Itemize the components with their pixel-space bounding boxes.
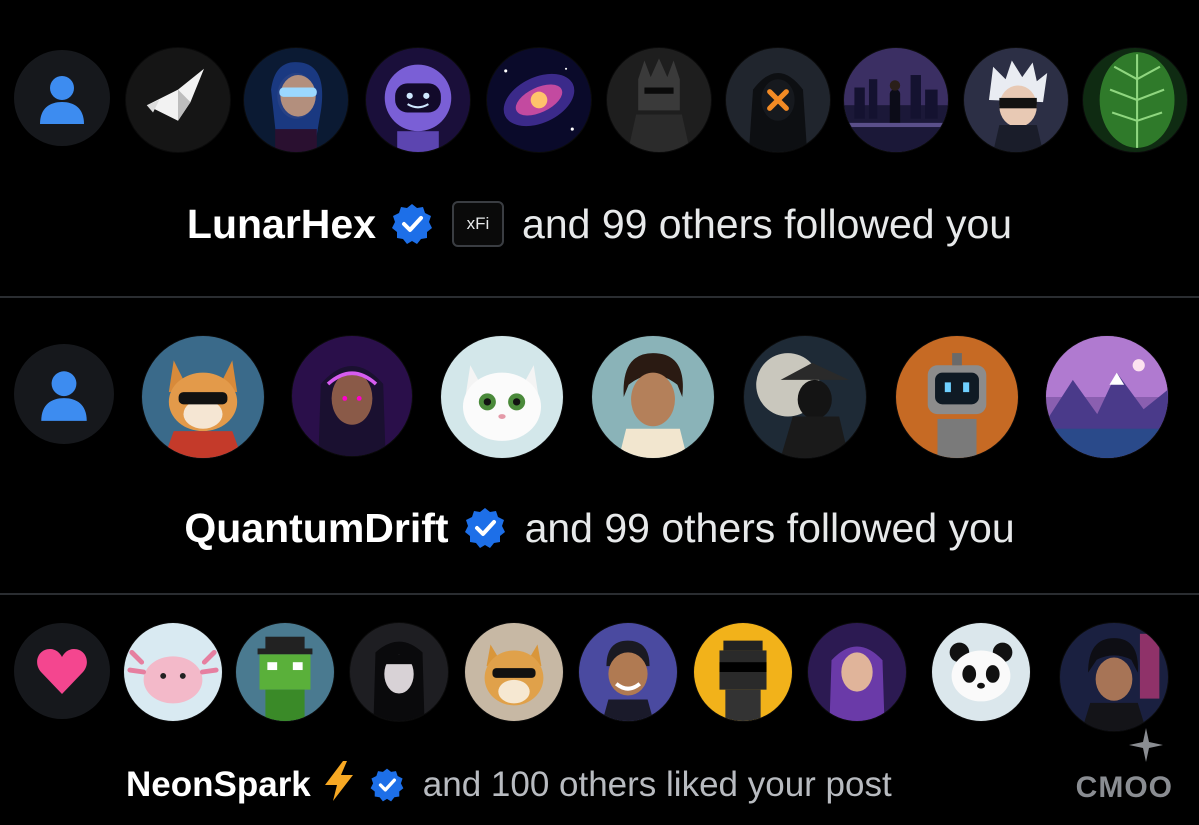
action-text: and 99 others followed you — [522, 200, 1013, 247]
avatar-goth-girl[interactable] — [350, 623, 448, 721]
notification-like-neonspark[interactable]: NeonSpark and 100 others liked your post — [0, 595, 1199, 825]
verified-badge-icon — [390, 202, 434, 246]
avatar-paper-crane[interactable] — [126, 48, 230, 152]
username[interactable]: LunarHex — [187, 201, 376, 248]
avatar-green-leaf[interactable] — [1083, 48, 1187, 152]
lightning-bolt-icon — [323, 760, 355, 810]
avatar-white-kitten[interactable] — [441, 336, 563, 458]
notification-text: NeonSpark and 100 others liked your post — [126, 757, 892, 813]
heart-icon — [14, 623, 110, 719]
username[interactable]: NeonSpark — [126, 765, 311, 805]
watermark: CMOO — [1075, 771, 1173, 804]
username[interactable]: QuantumDrift — [184, 505, 448, 552]
sparkle-icon — [1129, 728, 1163, 767]
notification-text: LunarHex xFi and 99 others followed you — [0, 196, 1199, 252]
notification-follow-lunarhex[interactable]: LunarHex xFi and 99 others followed you — [0, 0, 1199, 296]
avatar-city-night-skyline[interactable] — [844, 48, 948, 152]
avatar-curly-hair-man[interactable] — [592, 336, 714, 458]
avatar-panda[interactable] — [932, 623, 1030, 721]
avatar-spiral-galaxy[interactable] — [487, 48, 591, 152]
avatar-purple-mountains[interactable] — [1046, 336, 1168, 458]
avatar-cyber-woman-visor[interactable] — [244, 48, 348, 152]
notification-follow-quantumdrift[interactable]: QuantumDrift and 99 others followed you — [0, 298, 1199, 593]
person-icon — [14, 344, 114, 444]
avatar-dark-knight[interactable] — [607, 48, 711, 152]
notification-text: QuantumDrift and 99 others followed you — [0, 498, 1199, 558]
avatar-corgi-sunglasses[interactable] — [142, 336, 264, 458]
person-icon — [14, 50, 110, 146]
avatar-retro-robot[interactable] — [896, 336, 1018, 458]
avatar-axolotl[interactable] — [124, 623, 222, 721]
action-text: and 100 others liked your post — [422, 765, 892, 804]
verified-badge-icon — [463, 506, 507, 550]
avatar-purple-hair-woman[interactable] — [808, 623, 906, 721]
avatar-anime-boy-neon[interactable] — [1060, 623, 1168, 731]
avatar-pixel-punk-sunglasses[interactable] — [694, 623, 792, 721]
avatar-hooded-figure-x-mask[interactable] — [726, 48, 830, 152]
avatar-astronaut-robot[interactable] — [366, 48, 470, 152]
avatar-cartoon-boy[interactable] — [579, 623, 677, 721]
avatar-pixel-frog-hat[interactable] — [236, 623, 334, 721]
avatar-white-hair-anime[interactable] — [964, 48, 1068, 152]
affiliate-badge[interactable]: xFi — [452, 201, 505, 247]
verified-badge-icon — [369, 767, 405, 803]
avatar-samurai-moon[interactable] — [744, 336, 866, 458]
avatar-shiba-sunglasses[interactable] — [465, 623, 563, 721]
avatar-neon-anime-girl[interactable] — [292, 336, 412, 456]
action-text: and 99 others followed you — [524, 504, 1015, 551]
